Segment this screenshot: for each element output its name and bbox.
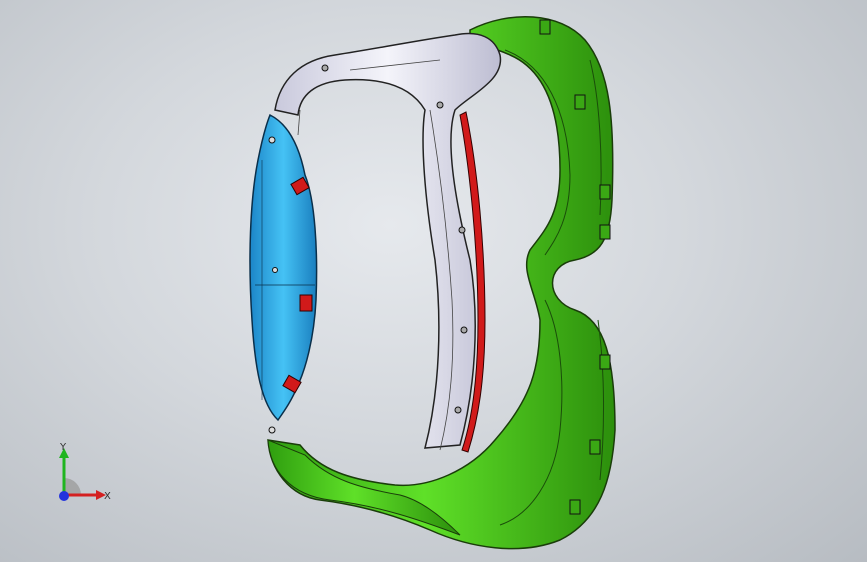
- frame-model[interactable]: [0, 0, 867, 562]
- x-axis-label: X: [104, 491, 111, 502]
- blue-bracket-part[interactable]: [249, 113, 318, 434]
- z-axis-dot: [59, 491, 69, 501]
- axis-triad: Y X: [59, 442, 111, 502]
- y-axis-label: Y: [59, 442, 67, 453]
- cad-viewport[interactable]: Y X: [0, 0, 867, 562]
